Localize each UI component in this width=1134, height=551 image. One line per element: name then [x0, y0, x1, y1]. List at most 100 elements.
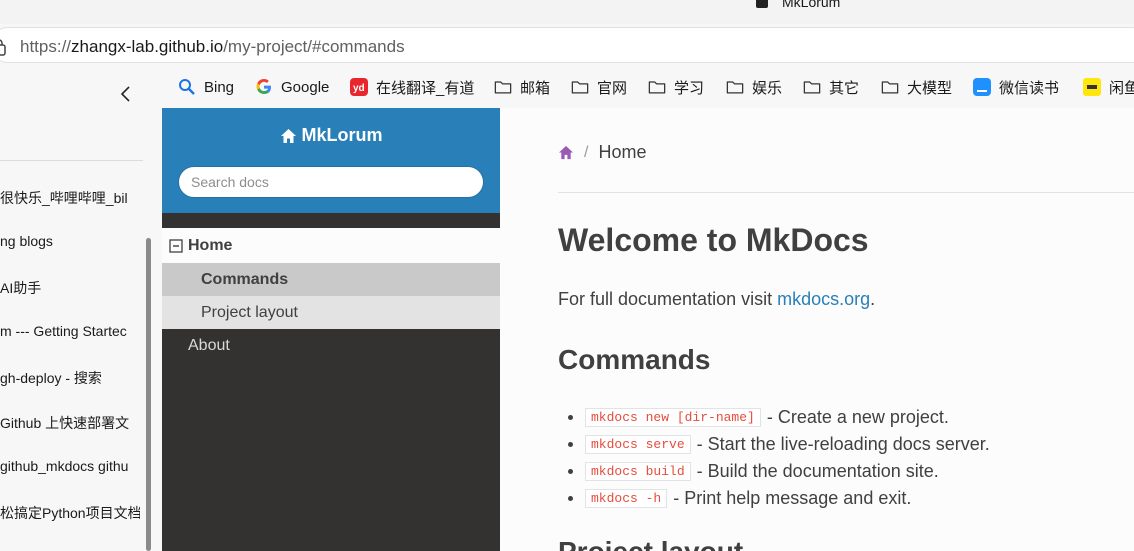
window-title: MkLorum: [756, 0, 840, 10]
list-item: mkdocs serve - Start the live-reloading …: [568, 432, 990, 456]
project-layout-heading: Project layout: [558, 536, 743, 551]
bookmark-folder-llm[interactable]: 大模型: [881, 76, 952, 98]
command-desc: - Print help message and exit.: [673, 487, 912, 508]
bookmarks-bar: Bing Google yd 在线翻译_有道 邮箱 官网 学习 娱乐 其它 大模…: [0, 66, 1134, 108]
google-icon: [256, 79, 271, 94]
site-brand-text: MkLorum: [301, 125, 383, 145]
url-protocol: https://: [20, 37, 72, 56]
nav-item-label: Home: [188, 236, 233, 254]
page-title: Welcome to MkDocs: [558, 222, 869, 258]
bookmark-label: 娱乐: [752, 79, 783, 97]
history-item[interactable]: 很快乐_哔哩哔哩_bil: [0, 188, 140, 210]
breadcrumb-separator: /: [584, 143, 589, 161]
bookmark-label: 微信读书: [999, 79, 1060, 97]
history-item[interactable]: AI助手: [0, 278, 140, 300]
nav-item-commands[interactable]: Commands: [162, 263, 500, 296]
site-brand-link[interactable]: MkLorum: [162, 125, 500, 146]
bookmark-folder-entertainment[interactable]: 娱乐: [726, 76, 782, 98]
bookmark-google[interactable]: Google: [255, 76, 329, 98]
command-desc: - Build the documentation site.: [696, 460, 939, 481]
search-input[interactable]: [178, 166, 484, 198]
bookmark-label: 学习: [674, 79, 705, 97]
docs-page: MkLorum Home Commands Project layout Abo…: [162, 108, 1134, 551]
bookmark-label: 在线翻译_有道: [376, 79, 475, 97]
address-bar-container: https://zhangx-lab.github.io/my-project/…: [0, 24, 1134, 66]
command-code: mkdocs -h: [585, 488, 668, 508]
divider: [558, 192, 1134, 193]
history-item[interactable]: github_mkdocs githu: [0, 458, 140, 480]
window-title-text: MkLorum: [782, 0, 841, 10]
intro-suffix: .: [870, 289, 876, 309]
history-item[interactable]: ng blogs: [0, 233, 140, 255]
url-text[interactable]: https://zhangx-lab.github.io/my-project/…: [20, 37, 405, 57]
folder-icon: [726, 81, 744, 94]
bookmark-label: Bing: [204, 78, 235, 96]
lock-icon[interactable]: [0, 38, 7, 56]
nav-item-project-layout[interactable]: Project layout: [162, 296, 500, 329]
svg-text:yd: yd: [353, 83, 365, 94]
youdao-icon: yd: [350, 78, 368, 96]
sidebar-divider: [0, 160, 143, 161]
folder-icon: [571, 81, 589, 94]
history-sidebar: 很快乐_哔哩哔哩_bil ng blogs AI助手 m --- Getting…: [0, 66, 162, 551]
folder-icon: [494, 81, 512, 94]
bookmark-label: 官网: [597, 79, 628, 97]
breadcrumb-current: Home: [598, 142, 647, 162]
list-item: mkdocs -h - Print help message and exit.: [568, 486, 911, 510]
command-desc: - Create a new project.: [766, 406, 949, 427]
folder-icon: [648, 81, 666, 94]
bookmark-label: 邮箱: [520, 79, 551, 97]
bookmark-folder-official[interactable]: 官网: [571, 76, 627, 98]
chevron-left-icon[interactable]: [118, 84, 134, 104]
bullet: [568, 414, 573, 420]
commands-heading: Commands: [558, 344, 711, 375]
search-icon: [179, 79, 195, 95]
bookmark-label: 闲鱼: [1109, 79, 1134, 97]
nav-item-about[interactable]: About: [162, 329, 500, 362]
bullet: [568, 441, 573, 447]
bookmark-bing[interactable]: Bing: [178, 76, 234, 98]
tab-favicon-icon: [756, 0, 768, 8]
intro-paragraph: For full documentation visit mkdocs.org.: [558, 289, 875, 310]
command-code: mkdocs build: [585, 461, 691, 481]
docs-content: / Home Welcome to MkDocs For full docume…: [500, 108, 1134, 551]
weread-icon: [973, 78, 991, 96]
bookmark-folder-study[interactable]: 学习: [648, 76, 704, 98]
mkdocs-link[interactable]: mkdocs.org: [777, 289, 870, 309]
xianyu-icon: [1083, 78, 1101, 96]
url-path: /my-project/#commands: [223, 37, 405, 56]
window-titlebar: MkLorum: [0, 0, 1134, 24]
list-item: mkdocs build - Build the documentation s…: [568, 459, 939, 483]
history-item[interactable]: 松搞定Python项目文档: [0, 503, 140, 525]
history-item[interactable]: gh-deploy - 搜索: [0, 368, 140, 390]
collapse-icon[interactable]: [169, 238, 183, 253]
bookmark-label: 其它: [829, 79, 860, 97]
address-bar[interactable]: https://zhangx-lab.github.io/my-project/…: [0, 27, 1134, 63]
bookmark-label: 大模型: [907, 79, 953, 97]
folder-icon: [803, 81, 821, 94]
history-item[interactable]: Github 上快速部署文: [0, 413, 140, 435]
bookmark-label: Google: [281, 78, 330, 96]
bullet: [568, 468, 573, 474]
sidebar-scrollbar[interactable]: [146, 238, 151, 551]
folder-icon: [881, 81, 899, 94]
breadcrumb: / Home: [558, 142, 646, 163]
bookmark-folder-mail[interactable]: 邮箱: [494, 76, 550, 98]
nav-header: MkLorum: [162, 108, 500, 213]
bullet: [568, 495, 573, 501]
history-item[interactable]: m --- Getting Startec: [0, 323, 140, 345]
list-item: mkdocs new [dir-name] - Create a new pro…: [568, 405, 949, 429]
url-host: zhangx-lab.github.io: [71, 37, 224, 56]
bookmark-youdao[interactable]: yd 在线翻译_有道: [350, 76, 474, 98]
command-desc: - Start the live-reloading docs server.: [696, 433, 990, 454]
bookmark-xianyu[interactable]: 闲鱼: [1083, 76, 1134, 98]
intro-text: For full documentation visit: [558, 289, 778, 309]
nav-item-home[interactable]: Home: [162, 228, 500, 263]
home-icon: [280, 128, 296, 143]
home-icon[interactable]: [558, 145, 574, 160]
bookmark-folder-other[interactable]: 其它: [803, 76, 859, 98]
command-code: mkdocs new [dir-name]: [585, 407, 761, 427]
bookmark-weread[interactable]: 微信读书: [973, 76, 1059, 98]
command-code: mkdocs serve: [585, 434, 691, 454]
docs-nav-sidebar: MkLorum Home Commands Project layout Abo…: [162, 108, 500, 551]
